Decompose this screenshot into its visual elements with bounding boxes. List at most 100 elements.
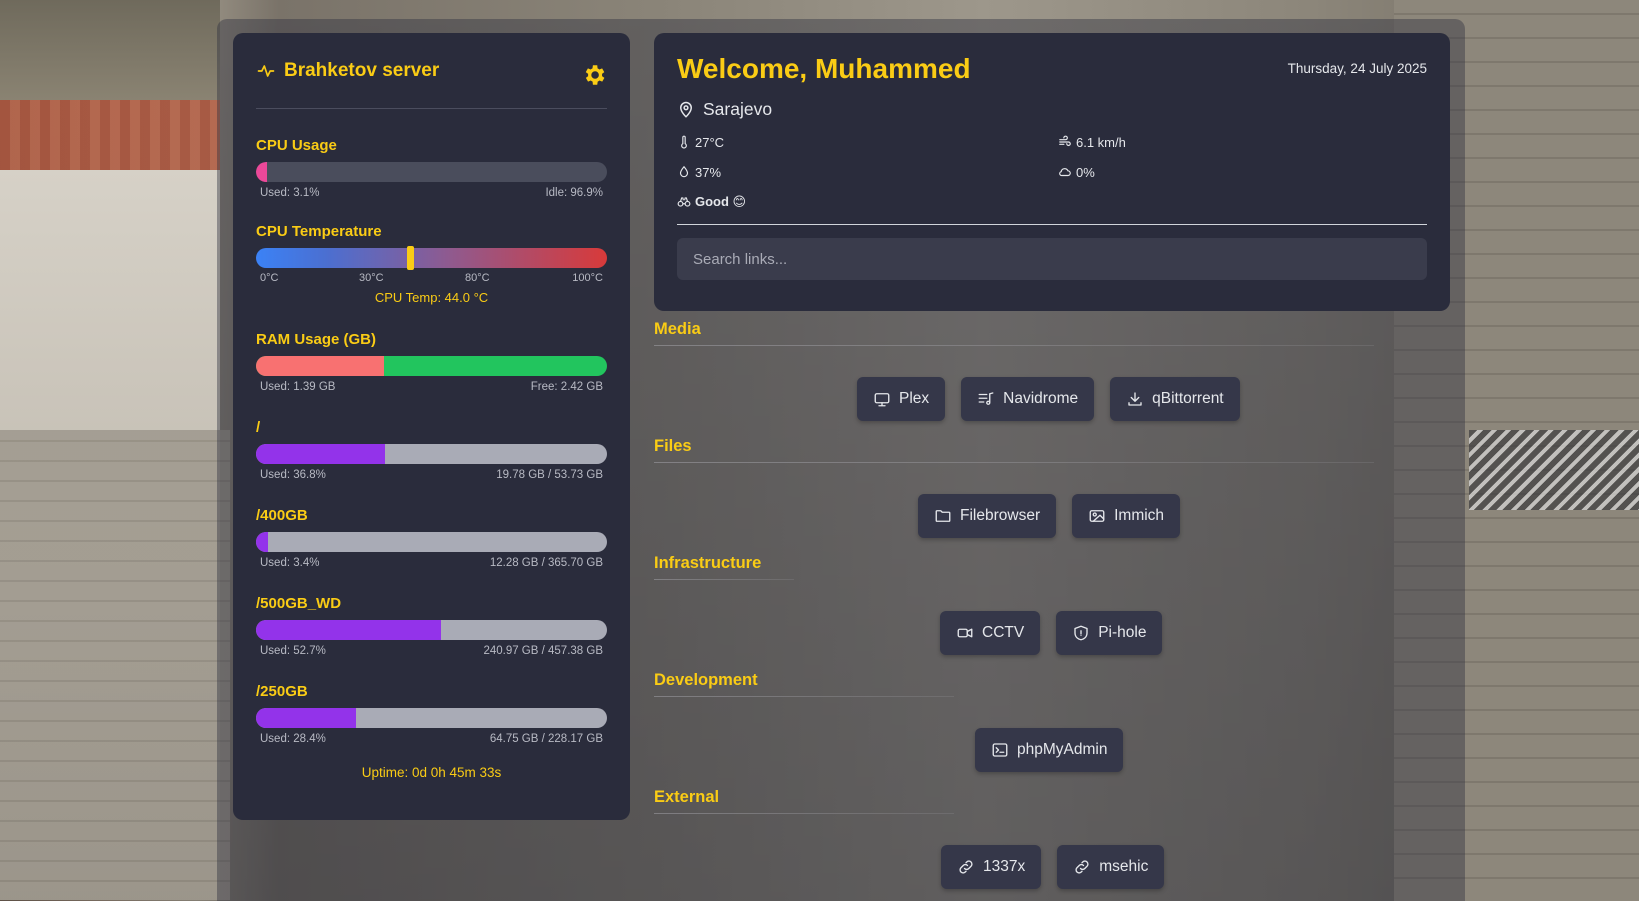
humidity-icon	[679, 165, 689, 178]
temp-tick-100: 100°C	[572, 272, 603, 284]
map-pin-icon	[679, 101, 693, 118]
section-divider	[654, 813, 954, 814]
cpu-idle-text: Idle: 96.9%	[545, 187, 603, 199]
section-title: External	[654, 788, 720, 806]
link-button-qbittorrent[interactable]: qBittorrent	[1110, 377, 1240, 421]
humidity-value: 37%	[695, 164, 722, 180]
disk-usage-fill	[256, 708, 356, 728]
welcome-divider	[677, 224, 1427, 225]
link-button-immich[interactable]: Immich	[1072, 494, 1181, 538]
link-label: 1337x	[983, 858, 1026, 875]
cpu-usage-metric: CPU Usage Used: 3.1% Idle: 96.9%	[256, 137, 607, 199]
server-name: Brahketov server	[284, 59, 440, 81]
cpu-temperature-bar	[256, 246, 607, 270]
download-icon	[1128, 392, 1142, 406]
cpu-usage-bar	[256, 162, 607, 182]
cpu-usage-fill	[256, 162, 267, 182]
disk-usage-fill	[256, 532, 268, 552]
link-label: CCTV	[982, 624, 1025, 641]
music-list-icon	[978, 392, 994, 405]
disk-metric: /250GB Used: 28.4% 64.75 GB / 228.17 GB	[256, 683, 607, 745]
video-camera-icon	[957, 628, 973, 638]
disk-used-text: Used: 52.7%	[260, 645, 326, 657]
cpu-used-text: Used: 3.1%	[260, 187, 320, 199]
disk-metric: /500GB_WD Used: 52.7% 240.97 GB / 457.38…	[256, 595, 607, 657]
ram-usage-bar	[256, 356, 607, 376]
section-divider	[654, 345, 1374, 346]
background-photo-hill	[0, 0, 220, 100]
link-label: Immich	[1114, 507, 1165, 524]
link-button-msehic[interactable]: msehic	[1057, 845, 1165, 889]
precipitation-value: 0%	[1076, 164, 1095, 180]
link-button-phpmyadmin[interactable]: phpMyAdmin	[975, 728, 1124, 772]
server-header: Brahketov server	[256, 43, 607, 109]
section-links: phpMyAdmin	[975, 728, 1124, 772]
temp-tick-30: 30°C	[359, 272, 384, 284]
disk-mount-label: /400GB	[256, 507, 308, 524]
tv-icon	[874, 393, 890, 407]
weather-temperature: 27°C	[677, 132, 1058, 152]
server-stats-panel: Brahketov server CPU Usage Used: 3.1% Id…	[233, 33, 630, 820]
current-date: Thursday, 24 July 2025	[1287, 61, 1427, 76]
disk-size-text: 12.28 GB / 365.70 GB	[489, 557, 603, 569]
section-divider	[654, 696, 954, 697]
section-divider	[654, 462, 1374, 463]
disk-size-text: 240.97 GB / 457.38 GB	[483, 645, 603, 657]
cpu-temperature-reading: CPU Temp: 44.0 °C	[374, 290, 489, 305]
temperature-value: 27°C	[695, 134, 725, 150]
disk-usage-bar	[256, 532, 607, 552]
wind-icon	[1059, 135, 1071, 147]
cloud-icon	[1059, 168, 1071, 177]
section-title: Infrastructure	[654, 554, 762, 572]
disk-used-text: Used: 36.8%	[260, 469, 326, 481]
link-button-1337x[interactable]: 1337x	[941, 845, 1042, 889]
weather-grid: 27°C 6.1 km/h 37% 0% Good 😊	[677, 132, 1427, 212]
disk-usage-bar	[256, 620, 607, 640]
temp-tick-80: 80°C	[465, 272, 490, 284]
disk-metric: / Used: 36.8% 19.78 GB / 53.73 GB	[256, 419, 607, 481]
folder-icon	[935, 510, 951, 522]
link-button-pi-hole[interactable]: Pi-hole	[1056, 611, 1163, 655]
disk-mount-label: /250GB	[256, 683, 308, 700]
link-label: Pi-hole	[1098, 624, 1147, 641]
disk-mount-label: /	[256, 419, 261, 436]
location: Sarajevo	[677, 99, 1427, 120]
disk-usage-fill	[256, 620, 441, 640]
terminal-icon	[992, 743, 1008, 757]
section-links: CCTV Pi-hole	[940, 611, 1163, 655]
link-button-navidrome[interactable]: Navidrome	[961, 377, 1095, 421]
section-links: 1337x msehic	[941, 845, 1165, 889]
link-button-plex[interactable]: Plex	[857, 377, 946, 421]
ram-usage-metric: RAM Usage (GB) Used: 1.39 GB Free: 2.42 …	[256, 331, 607, 393]
disk-used-text: Used: 3.4%	[260, 557, 320, 569]
link-label: msehic	[1099, 858, 1149, 875]
disk-usage-bar	[256, 444, 607, 464]
weather-wind: 6.1 km/h	[1058, 132, 1427, 152]
section-divider	[654, 579, 794, 580]
ram-usage-label: RAM Usage (GB)	[256, 331, 377, 348]
section-title: Media	[654, 320, 701, 338]
location-name: Sarajevo	[703, 99, 773, 119]
disk-used-text: Used: 28.4%	[260, 733, 326, 745]
gear-icon[interactable]	[581, 62, 607, 88]
link-icon	[959, 860, 973, 874]
disk-metric: /400GB Used: 3.4% 12.28 GB / 365.70 GB	[256, 507, 607, 569]
shield-icon	[1074, 625, 1088, 641]
link-button-cctv[interactable]: CCTV	[940, 611, 1041, 655]
background-photo-roof-right	[1469, 430, 1639, 510]
server-title: Brahketov server	[256, 60, 439, 82]
cpu-usage-label: CPU Usage	[256, 137, 337, 154]
activity-icon	[257, 64, 275, 77]
weather-humidity: 37%	[677, 162, 1058, 182]
background-photo-roof	[0, 100, 220, 170]
disk-usage-bar	[256, 708, 607, 728]
ram-free-text: Free: 2.42 GB	[530, 381, 603, 393]
weather-precipitation: 0%	[1058, 162, 1427, 182]
ram-used-fill	[256, 356, 385, 376]
ram-used-text: Used: 1.39 GB	[260, 381, 336, 393]
search-links-input[interactable]	[677, 238, 1427, 280]
cpu-temperature-label: CPU Temperature	[256, 223, 382, 240]
cpu-temperature-metric: CPU Temperature 0°C 30°C 80°C 100°C CPU …	[256, 223, 607, 305]
section-title: Development	[654, 671, 758, 689]
link-button-filebrowser[interactable]: Filebrowser	[918, 494, 1057, 538]
